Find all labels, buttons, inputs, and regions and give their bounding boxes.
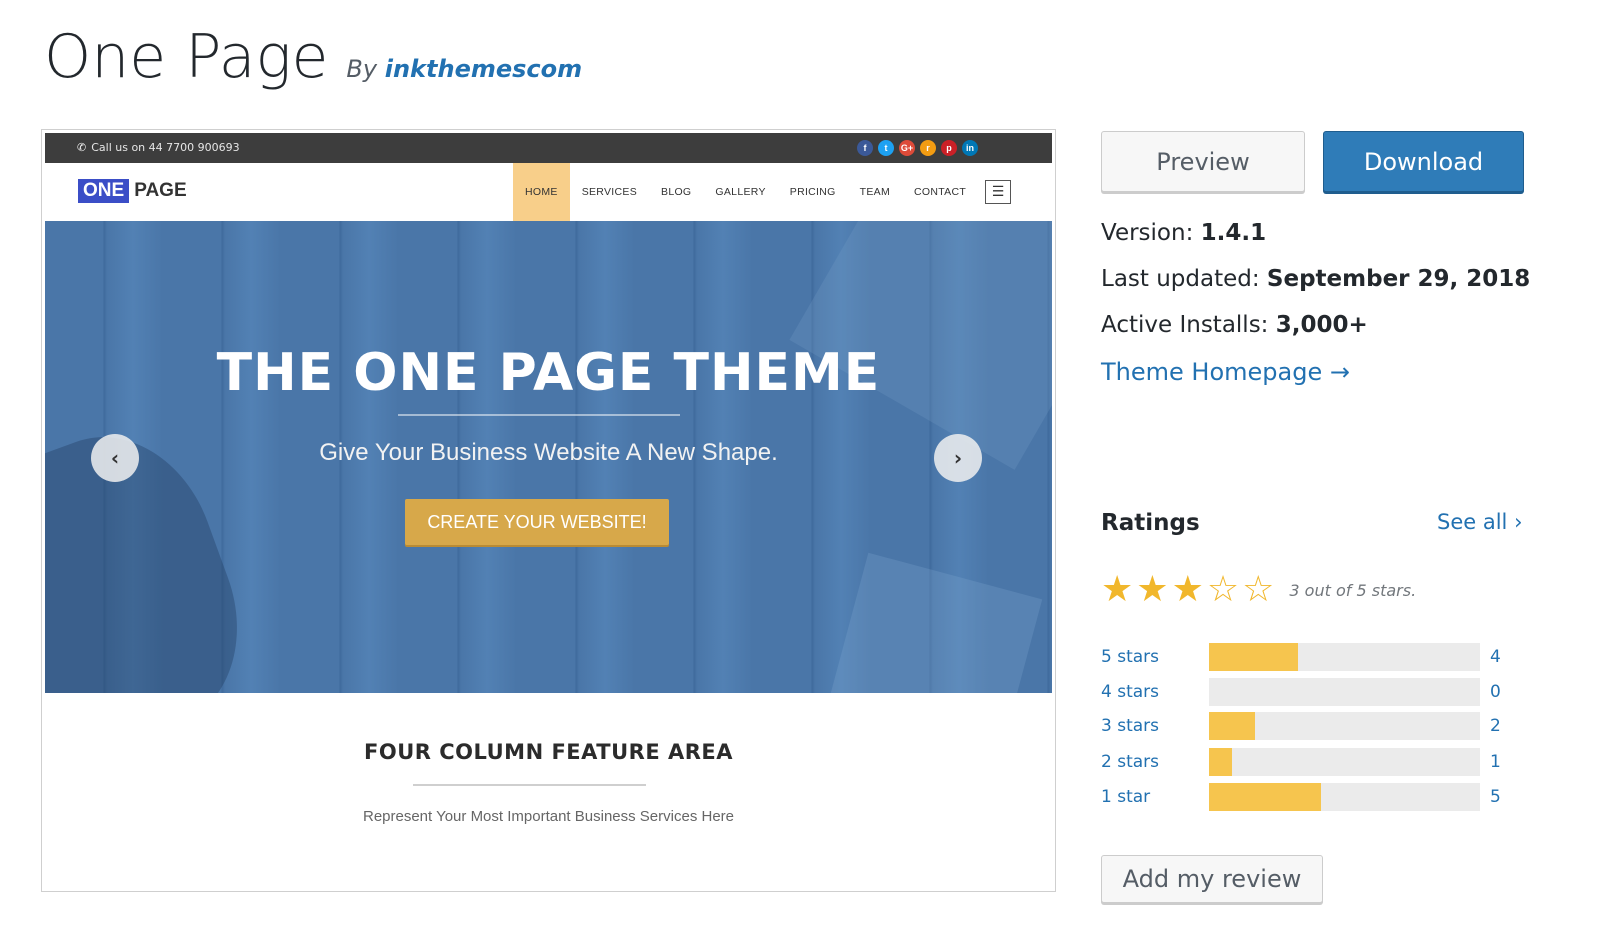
linkedin-icon: in bbox=[962, 140, 978, 156]
rating-row-count[interactable]: 4 bbox=[1490, 647, 1501, 667]
demo-social-icons: f t G+ r p in bbox=[852, 140, 978, 156]
version-info: Version: 1.4.1 bbox=[1101, 220, 1266, 246]
theme-homepage-link[interactable]: Theme Homepage → bbox=[1101, 358, 1350, 386]
last-updated-info: Last updated: September 29, 2018 bbox=[1101, 266, 1530, 292]
star-rating: ★ ★ ★ ☆ ☆ 3 out of 5 stars. bbox=[1101, 572, 1416, 608]
author-link[interactable]: inkthemescom bbox=[385, 55, 582, 83]
rating-bar bbox=[1209, 678, 1480, 706]
star-filled-icon: ★ bbox=[1101, 569, 1134, 610]
demo-feature-title: FOUR COLUMN FEATURE AREA bbox=[364, 740, 733, 764]
rating-row-count[interactable]: 5 bbox=[1490, 787, 1501, 807]
demo-nav-item-contact: CONTACT bbox=[914, 186, 967, 198]
demo-hero-title: THE ONE PAGE THEME bbox=[216, 343, 881, 403]
byline-prefix: By bbox=[346, 55, 378, 83]
demo-phone: ✆ Call us on 44 7700 900693 bbox=[77, 141, 240, 154]
rating-row[interactable]: 5 stars 4 bbox=[1101, 643, 1531, 671]
preview-button[interactable]: Preview bbox=[1101, 131, 1305, 192]
rating-row-count[interactable]: 2 bbox=[1490, 716, 1501, 736]
rating-bar bbox=[1209, 748, 1480, 776]
theme-screenshot: ✆ Call us on 44 7700 900693 f t G+ r p in ONE… bbox=[41, 129, 1056, 892]
demo-logo-box: ONE bbox=[78, 179, 130, 203]
rating-summary: 3 out of 5 stars. bbox=[1289, 580, 1417, 600]
demo-nav-item-team: TEAM bbox=[859, 186, 890, 198]
hamburger-menu-icon: ☰ bbox=[985, 180, 1011, 204]
rating-bar-fill bbox=[1209, 643, 1299, 671]
rss-icon: r bbox=[920, 140, 936, 156]
demo-logo: ONE PAGE bbox=[78, 179, 187, 203]
version-value: 1.4.1 bbox=[1200, 220, 1267, 246]
rating-bar bbox=[1209, 712, 1480, 740]
star-empty-icon: ☆ bbox=[1242, 569, 1275, 610]
chevron-left-icon: ‹ bbox=[91, 434, 139, 482]
last-updated-value: September 29, 2018 bbox=[1266, 266, 1531, 292]
demo-navbar: ONE PAGE HOME SERVICES BLOG GALLERY PRICING T… bbox=[45, 163, 1052, 221]
add-review-button[interactable]: Add my review bbox=[1101, 855, 1323, 903]
demo-hero-cta: CREATE YOUR WEBSITE! bbox=[405, 499, 669, 545]
rating-bar bbox=[1209, 783, 1480, 811]
download-button[interactable]: Download bbox=[1323, 131, 1524, 192]
rating-bar-fill bbox=[1209, 712, 1256, 740]
facebook-icon: f bbox=[857, 140, 873, 156]
rating-bar-fill bbox=[1209, 748, 1233, 776]
demo-nav: HOME SERVICES BLOG GALLERY PRICING TEAM CONTAC… bbox=[513, 163, 978, 221]
phone-icon: ✆ bbox=[77, 141, 87, 154]
demo-hero: THE ONE PAGE THEME Give Your Business We… bbox=[45, 221, 1052, 693]
demo-logo-text: PAGE bbox=[134, 180, 187, 201]
rating-row-label[interactable]: 2 stars bbox=[1101, 752, 1159, 772]
rating-row[interactable]: 2 stars 1 bbox=[1101, 748, 1531, 776]
rating-row-label[interactable]: 3 stars bbox=[1101, 716, 1159, 736]
star-glyphs: ★ ★ ★ ☆ ☆ bbox=[1101, 572, 1277, 608]
demo-topbar: ✆ Call us on 44 7700 900693 f t G+ r p in bbox=[45, 133, 1052, 163]
demo-nav-item-pricing: PRICING bbox=[789, 186, 836, 198]
rating-row[interactable]: 4 stars 0 bbox=[1101, 678, 1531, 706]
chevron-right-icon: › bbox=[934, 434, 982, 482]
feature-divider bbox=[413, 784, 646, 786]
active-installs-label: Active Installs: bbox=[1101, 312, 1269, 338]
rating-row-count[interactable]: 0 bbox=[1490, 682, 1501, 702]
rating-bar bbox=[1209, 643, 1480, 671]
demo-nav-item-blog: BLOG bbox=[661, 186, 692, 198]
demo-nav-item-services: SERVICES bbox=[581, 186, 638, 198]
rating-row-label[interactable]: 4 stars bbox=[1101, 682, 1159, 702]
rating-row[interactable]: 3 stars 2 bbox=[1101, 712, 1531, 740]
rating-bar-fill bbox=[1209, 783, 1322, 811]
active-installs-value: 3,000+ bbox=[1275, 312, 1368, 338]
chevron-right-icon: › bbox=[1514, 510, 1523, 534]
version-label: Version: bbox=[1101, 220, 1194, 246]
see-all-link[interactable]: See all › bbox=[1437, 510, 1522, 534]
rating-row-count[interactable]: 1 bbox=[1490, 752, 1501, 772]
active-installs-info: Active Installs: 3,000+ bbox=[1101, 312, 1368, 338]
demo-phone-text: Call us on 44 7700 900693 bbox=[91, 141, 240, 154]
ratings-heading: Ratings bbox=[1101, 510, 1200, 536]
rating-row-label[interactable]: 5 stars bbox=[1101, 647, 1159, 667]
star-empty-icon: ☆ bbox=[1206, 569, 1240, 610]
demo-hero-subtitle: Give Your Business Website A New Shape. bbox=[319, 439, 778, 466]
see-all-label: See all bbox=[1437, 510, 1508, 534]
star-filled-icon: ★ bbox=[1136, 569, 1169, 610]
title-row: One Page By inkthemescom bbox=[44, 22, 582, 92]
demo-nav-item-gallery: GALLERY bbox=[715, 186, 766, 198]
twitter-icon: t bbox=[878, 140, 894, 156]
byline: By inkthemescom bbox=[346, 55, 582, 83]
hero-decoration bbox=[821, 552, 1043, 693]
demo-nav-item-home: HOME bbox=[513, 163, 570, 221]
demo-feature-subtitle: Represent Your Most Important Business S… bbox=[362, 808, 734, 825]
theme-title: One Page bbox=[44, 22, 329, 92]
pinterest-icon: p bbox=[941, 140, 957, 156]
last-updated-label: Last updated: bbox=[1101, 266, 1260, 292]
hero-divider bbox=[398, 414, 680, 416]
google-plus-icon: G+ bbox=[899, 140, 915, 156]
star-filled-icon: ★ bbox=[1171, 569, 1204, 610]
rating-row-label[interactable]: 1 star bbox=[1101, 787, 1150, 807]
rating-row[interactable]: 1 star 5 bbox=[1101, 783, 1531, 811]
